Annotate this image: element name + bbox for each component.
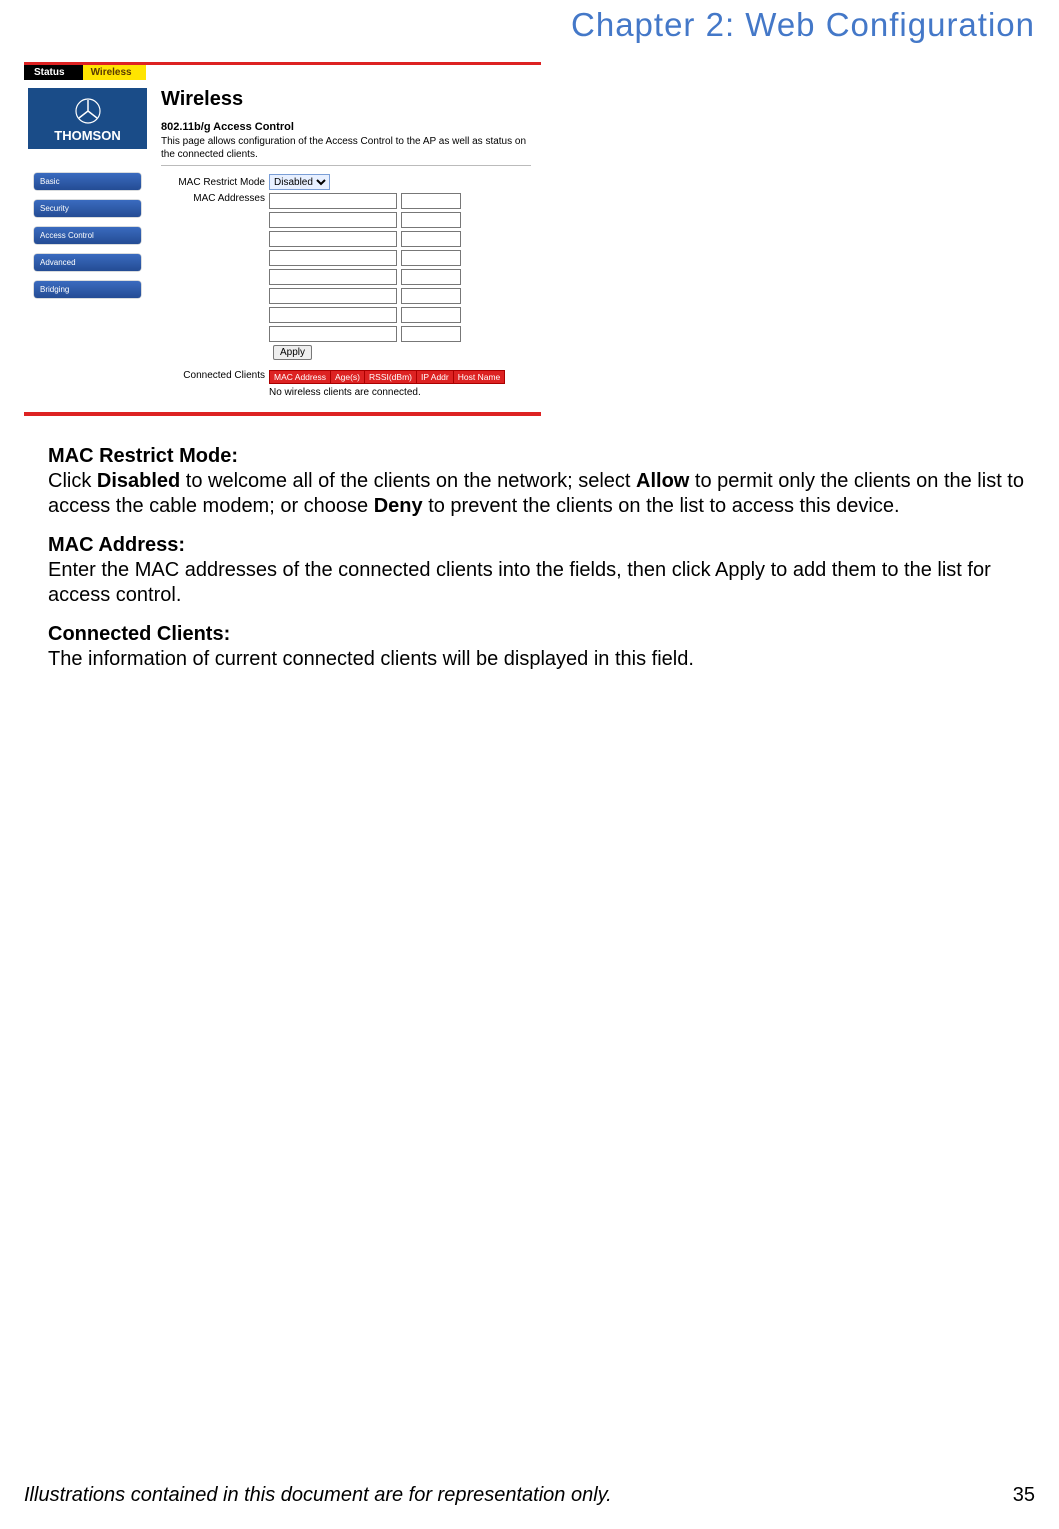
select-mac-restrict-mode[interactable]: Disabled	[269, 174, 330, 190]
brand-logo: THOMSON	[28, 88, 147, 149]
section-body-mac-address: Enter the MAC addresses of the connected…	[48, 559, 991, 606]
mac-input-a-3[interactable]	[269, 250, 397, 266]
cc-header-0: MAC Address	[270, 371, 331, 384]
mac-input-a-0[interactable]	[269, 193, 397, 209]
thomson-logo-icon	[75, 98, 101, 124]
cc-header-2: RSSI(dBm)	[365, 371, 417, 384]
section-heading-mac-restrict-mode: MAC Restrict Mode:	[48, 444, 1035, 469]
brand-text: THOMSON	[32, 128, 143, 143]
sidenav-item-bridging[interactable]: Bridging	[34, 281, 141, 298]
config-screenshot: Status Wireless THOMSON Basic Security A…	[24, 62, 541, 416]
connected-clients-empty: No wireless clients are connected.	[269, 387, 531, 398]
topnav-tab-wireless[interactable]: Wireless	[83, 65, 146, 80]
mac-input-a-1[interactable]	[269, 212, 397, 228]
mac-input-a-5[interactable]	[269, 288, 397, 304]
mac-input-b-4[interactable]	[401, 269, 461, 285]
mac-input-b-0[interactable]	[401, 193, 461, 209]
section-body-connected-clients: The information of current connected cli…	[48, 648, 694, 670]
panel-title: Wireless	[161, 88, 531, 111]
sidenav-item-access-control[interactable]: Access Control	[34, 227, 141, 244]
mac-input-b-5[interactable]	[401, 288, 461, 304]
page-number: 35	[1013, 1484, 1035, 1507]
footer-note: Illustrations contained in this document…	[24, 1484, 612, 1507]
section-heading-connected-clients: Connected Clients:	[48, 622, 1035, 647]
cc-header-1: Age(s)	[330, 371, 364, 384]
panel-description: This page allows configuration of the Ac…	[161, 135, 531, 161]
mac-input-a-4[interactable]	[269, 269, 397, 285]
label-connected-clients: Connected Clients	[161, 370, 269, 381]
cc-header-4: Host Name	[453, 371, 505, 384]
mac-input-b-7[interactable]	[401, 326, 461, 342]
mac-input-a-6[interactable]	[269, 307, 397, 323]
mac-address-grid	[269, 193, 461, 342]
cc-header-3: IP Addr	[417, 371, 454, 384]
mac-input-b-2[interactable]	[401, 231, 461, 247]
sidenav-item-advanced[interactable]: Advanced	[34, 254, 141, 271]
sidenav-item-security[interactable]: Security	[34, 200, 141, 217]
panel-subtitle: 802.11b/g Access Control	[161, 121, 531, 133]
apply-button[interactable]: Apply	[273, 345, 312, 360]
mac-input-b-1[interactable]	[401, 212, 461, 228]
connected-clients-table: MAC AddressAge(s)RSSI(dBm)IP AddrHost Na…	[269, 370, 505, 384]
mac-input-a-2[interactable]	[269, 231, 397, 247]
topnav-tab-status[interactable]: Status	[24, 65, 83, 80]
mac-input-a-7[interactable]	[269, 326, 397, 342]
label-mac-addresses: MAC Addresses	[161, 193, 269, 204]
section-heading-mac-address: MAC Address:	[48, 533, 1035, 558]
chapter-title: Chapter 2: Web Configuration	[24, 6, 1035, 44]
mac-input-b-6[interactable]	[401, 307, 461, 323]
divider	[161, 165, 531, 166]
mac-input-b-3[interactable]	[401, 250, 461, 266]
label-mac-restrict-mode: MAC Restrict Mode	[161, 177, 269, 188]
section-body-mac-restrict-mode: Click Disabled to welcome all of the cli…	[48, 470, 1024, 517]
sidenav-item-basic[interactable]: Basic	[34, 173, 141, 190]
